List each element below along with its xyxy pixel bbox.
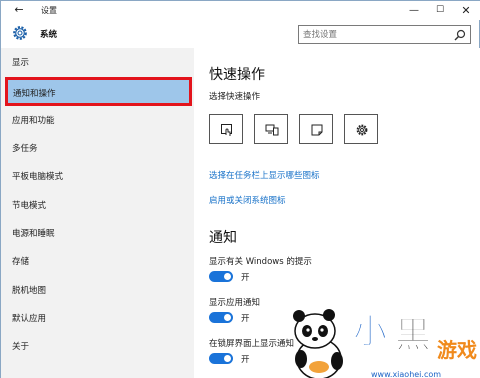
page-title: 系统	[40, 30, 58, 40]
gear-icon	[13, 26, 27, 40]
sidebar-item-power-sleep[interactable]: 电源和睡眠	[1, 219, 194, 247]
sidebar-item-label: 电源和睡眠	[12, 229, 55, 239]
quick-action-note[interactable]	[299, 114, 333, 144]
sidebar-item-label: 显示	[12, 58, 30, 68]
svg-text:游戏: 游戏	[437, 338, 477, 362]
page-header: 系统	[1, 20, 480, 48]
close-button[interactable]: ✕	[453, 1, 479, 20]
sidebar-item-tablet-mode[interactable]: 平板电脑模式	[1, 162, 194, 190]
sidebar-item-label: 脱机地图	[12, 286, 47, 296]
search-box[interactable]	[298, 25, 471, 44]
quick-action-tablet-mode[interactable]	[209, 114, 243, 144]
sidebar-item-battery-saver[interactable]: 节电模式	[1, 191, 194, 219]
sidebar-item-apps[interactable]: 应用和功能	[1, 106, 194, 134]
settings-window: ← 设置 — ☐ ✕ 系统 显示 通知和操作 应用和功能 多任务 平板电脑模式 …	[0, 0, 480, 378]
windows-tips-label: 显示有关 Windows 的提示	[209, 257, 312, 267]
window-title: 设置	[41, 6, 57, 15]
quick-action-settings[interactable]	[344, 114, 378, 144]
sidebar-item-label: 应用和功能	[12, 116, 55, 126]
sidebar-item-offline-maps[interactable]: 脱机地图	[1, 276, 194, 304]
sidebar-item-label: 平板电脑模式	[12, 172, 64, 182]
sidebar-item-label: 节电模式	[12, 201, 47, 211]
maximize-button[interactable]: ☐	[427, 1, 453, 20]
search-icon[interactable]	[454, 29, 466, 41]
sidebar-item-label: 通知和操作	[13, 89, 56, 99]
sidebar-item-multitasking[interactable]: 多任务	[1, 134, 194, 162]
taskbar-icons-link[interactable]: 选择在任务栏上显示哪些图标	[209, 169, 320, 181]
search-input[interactable]	[299, 26, 449, 43]
app-notifications-state: 开	[241, 314, 250, 324]
svg-text:www.xiaohei.com: www.xiaohei.com	[371, 370, 441, 378]
minimize-button[interactable]: —	[401, 1, 427, 20]
settings-icon	[356, 124, 368, 136]
sidebar-item-default-apps[interactable]: 默认应用	[1, 304, 194, 332]
sidebar-item-label: 存储	[12, 257, 30, 267]
back-arrow-icon[interactable]: ←	[12, 2, 26, 18]
sidebar-item-about[interactable]: 关于	[1, 332, 194, 360]
windows-tips-state: 开	[241, 273, 250, 283]
windows-tips-toggle[interactable]	[209, 271, 233, 282]
sidebar-item-notifications[interactable]: 通知和操作	[5, 77, 192, 106]
quick-actions-subheading: 选择快速操作	[209, 92, 261, 102]
tablet-mode-icon	[221, 124, 232, 136]
sidebar-item-label: 关于	[12, 342, 30, 352]
lock-screen-notifications-label: 在锁屏界面上显示通知	[209, 339, 295, 349]
svg-text:小: 小	[353, 312, 387, 352]
xiaohei-logo-text: 小 黑 游戏 www.xiaohei.com	[353, 312, 478, 378]
system-icons-link[interactable]: 启用或关闭系统图标	[209, 194, 286, 206]
quick-action-connect[interactable]	[254, 114, 288, 144]
note-icon	[311, 124, 323, 136]
sidebar-item-storage[interactable]: 存储	[1, 247, 194, 275]
sidebar: 显示 通知和操作 应用和功能 多任务 平板电脑模式 节电模式 电源和睡眠 存储 …	[1, 48, 194, 378]
panda-mascot-icon	[293, 309, 343, 378]
app-notifications-toggle[interactable]	[209, 312, 233, 323]
sidebar-item-label: 多任务	[12, 144, 38, 154]
lock-screen-notifications-toggle[interactable]	[209, 353, 233, 364]
sidebar-item-label: 默认应用	[12, 314, 47, 324]
sidebar-item-display[interactable]: 显示	[1, 48, 194, 76]
svg-text:黑: 黑	[395, 315, 431, 356]
quick-actions-heading: 快速操作	[209, 67, 265, 83]
xiaohei-watermark-logo: 小 黑 游戏 www.xiaohei.com	[293, 309, 478, 378]
title-bar: ← 设置 — ☐ ✕	[1, 1, 480, 20]
connect-icon	[265, 124, 279, 136]
app-notifications-label: 显示应用通知	[209, 298, 261, 308]
lock-screen-notifications-state: 开	[241, 355, 250, 365]
notifications-heading: 通知	[209, 230, 237, 246]
